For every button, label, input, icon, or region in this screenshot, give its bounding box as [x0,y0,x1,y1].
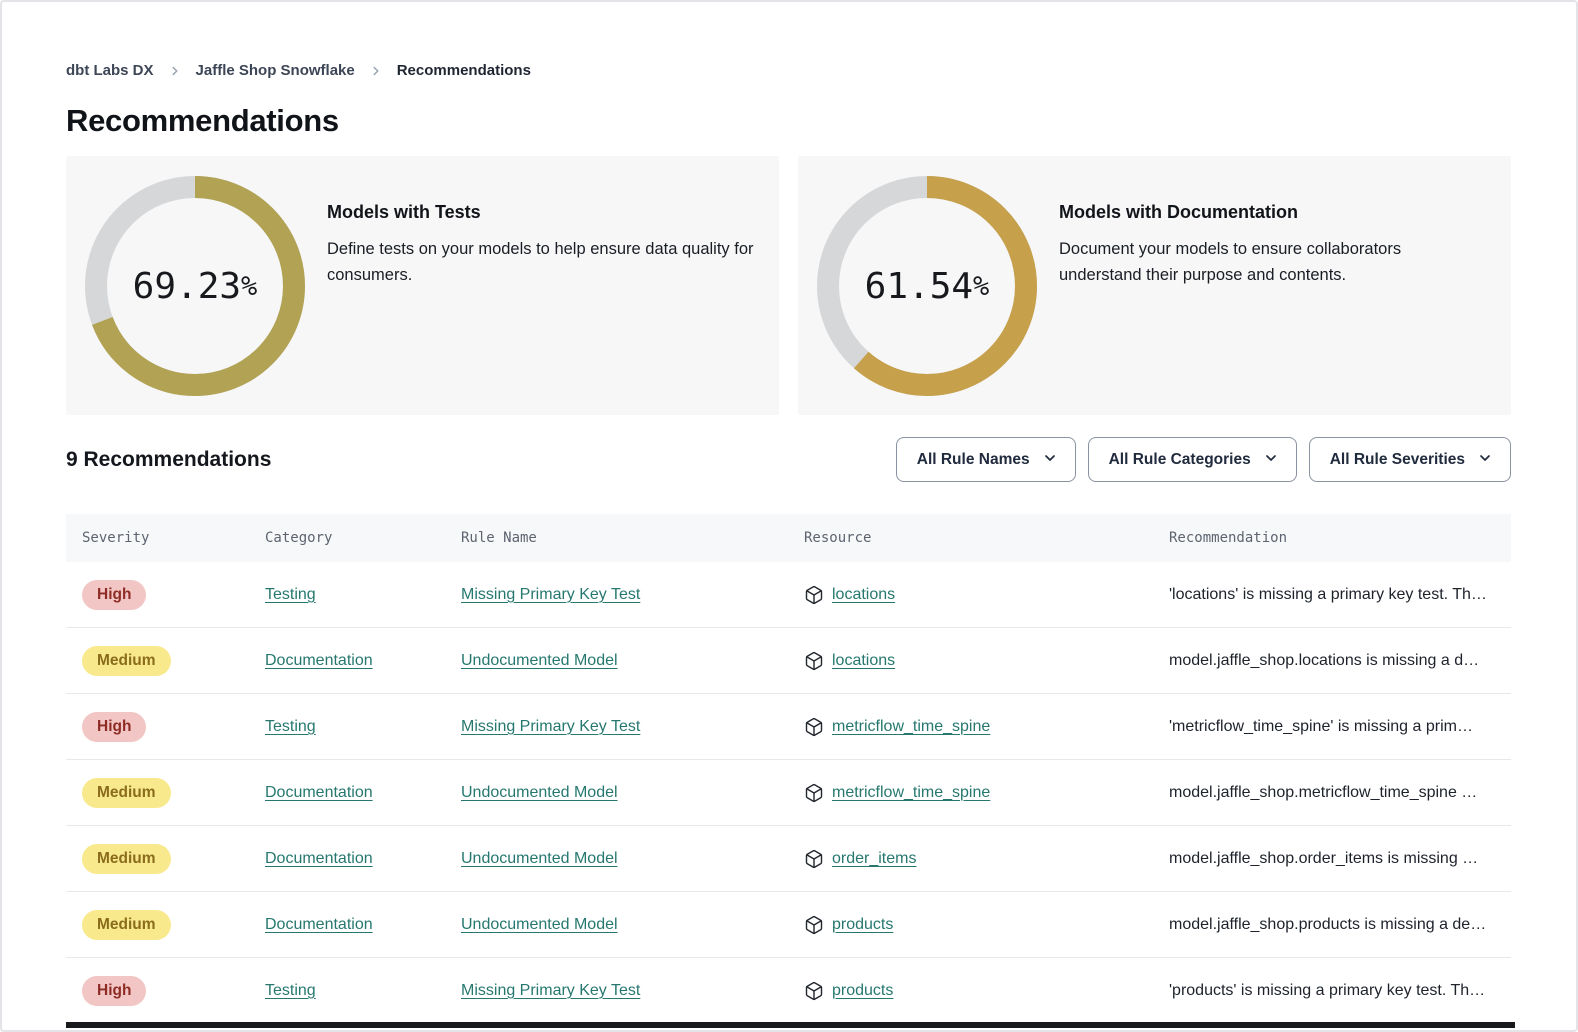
clipped-bottom-content [66,1022,1515,1028]
package-icon [804,981,824,1001]
resource-link[interactable]: metricflow_time_spine [832,784,990,802]
package-icon [804,849,824,869]
recommendation-text: 'metricflow_time_spine' is missing a pri… [1169,718,1473,735]
table-row: Medium Documentation Undocumented Model … [66,826,1511,892]
recommendations-count: 9 Recommendations [66,448,271,472]
package-icon [804,783,824,803]
column-header-resource: Resource [804,530,1169,546]
breadcrumb-current: Recommendations [397,62,531,79]
filter-label: All Rule Names [917,451,1030,469]
models-with-documentation-card: 61.54% Models with Documentation Documen… [798,156,1511,415]
card-description: Define tests on your models to help ensu… [327,237,755,288]
recommendation-text: model.jaffle_shop.order_items is missing… [1169,850,1478,867]
recommendations-table: Severity Category Rule Name Resource Rec… [66,514,1511,1024]
table-row: High Testing Missing Primary Key Test pr… [66,958,1511,1024]
severity-badge: High [82,580,146,610]
column-header-category: Category [265,530,461,546]
category-link[interactable]: Documentation [265,652,373,669]
chevron-down-icon [1477,449,1493,471]
documentation-donut-chart: 61.54% [817,176,1037,396]
column-header-rule-name: Rule Name [461,530,804,546]
documentation-percent-label: 61.54% [817,176,1037,396]
category-link[interactable]: Documentation [265,916,373,933]
category-link[interactable]: Testing [265,586,316,603]
metric-cards: 69.23% Models with Tests Define tests on… [66,156,1511,415]
rule-name-link[interactable]: Missing Primary Key Test [461,982,640,999]
rule-severities-filter-dropdown[interactable]: All Rule Severities [1309,437,1511,482]
chevron-down-icon [1042,449,1058,471]
table-row: Medium Documentation Undocumented Model … [66,892,1511,958]
tests-percent-label: 69.23% [85,176,305,396]
column-header-recommendation: Recommendation [1169,530,1495,546]
category-link[interactable]: Documentation [265,784,373,801]
rule-name-link[interactable]: Missing Primary Key Test [461,718,640,735]
package-icon [804,717,824,737]
resource-link[interactable]: metricflow_time_spine [832,718,990,736]
rule-categories-filter-dropdown[interactable]: All Rule Categories [1088,437,1297,482]
models-with-tests-card: 69.23% Models with Tests Define tests on… [66,156,779,415]
list-toolbar: 9 Recommendations All Rule Names All Rul… [66,437,1511,482]
package-icon [804,915,824,935]
package-icon [804,585,824,605]
recommendations-page: dbt Labs DX Jaffle Shop Snowflake Recomm… [0,0,1578,1032]
recommendation-text: model.jaffle_shop.products is missing a … [1169,916,1486,933]
breadcrumb: dbt Labs DX Jaffle Shop Snowflake Recomm… [66,62,1511,79]
chevron-down-icon [1263,449,1279,471]
table-row: High Testing Missing Primary Key Test lo… [66,562,1511,628]
tests-donut-chart: 69.23% [85,176,305,396]
resource-link[interactable]: order_items [832,850,916,868]
recommendation-text: 'locations' is missing a primary key tes… [1169,586,1487,603]
card-title: Models with Tests [327,202,755,223]
category-link[interactable]: Testing [265,982,316,999]
category-link[interactable]: Documentation [265,850,373,867]
page-title: Recommendations [66,103,1511,139]
card-title: Models with Documentation [1059,202,1434,223]
recommendation-text: model.jaffle_shop.locations is missing a… [1169,652,1479,669]
chevron-right-icon [168,64,182,78]
table-row: Medium Documentation Undocumented Model … [66,760,1511,826]
filter-label: All Rule Severities [1330,451,1465,469]
table-body: High Testing Missing Primary Key Test lo… [66,562,1511,1024]
table-row: High Testing Missing Primary Key Test me… [66,694,1511,760]
package-icon [804,651,824,671]
severity-badge: High [82,976,146,1006]
filter-label: All Rule Categories [1109,451,1251,469]
resource-link[interactable]: products [832,982,893,1000]
recommendation-text: 'products' is missing a primary key test… [1169,982,1485,999]
severity-badge: High [82,712,146,742]
category-link[interactable]: Testing [265,718,316,735]
rule-name-link[interactable]: Undocumented Model [461,652,618,669]
rule-names-filter-dropdown[interactable]: All Rule Names [896,437,1076,482]
severity-badge: Medium [82,778,171,808]
table-row: Medium Documentation Undocumented Model … [66,628,1511,694]
severity-badge: Medium [82,646,171,676]
rule-name-link[interactable]: Undocumented Model [461,850,618,867]
rule-name-link[interactable]: Undocumented Model [461,784,618,801]
table-header: Severity Category Rule Name Resource Rec… [66,514,1511,562]
recommendation-text: model.jaffle_shop.metricflow_time_spine … [1169,784,1477,801]
chevron-right-icon [369,64,383,78]
severity-badge: Medium [82,844,171,874]
breadcrumb-environment[interactable]: Jaffle Shop Snowflake [196,62,355,79]
filter-group: All Rule Names All Rule Categories All R… [896,437,1511,482]
severity-badge: Medium [82,910,171,940]
rule-name-link[interactable]: Undocumented Model [461,916,618,933]
resource-link[interactable]: products [832,916,893,934]
card-description: Document your models to ensure collabora… [1059,237,1434,288]
breadcrumb-project[interactable]: dbt Labs DX [66,62,154,79]
resource-link[interactable]: locations [832,586,895,604]
resource-link[interactable]: locations [832,652,895,670]
column-header-severity: Severity [82,530,265,546]
rule-name-link[interactable]: Missing Primary Key Test [461,586,640,603]
